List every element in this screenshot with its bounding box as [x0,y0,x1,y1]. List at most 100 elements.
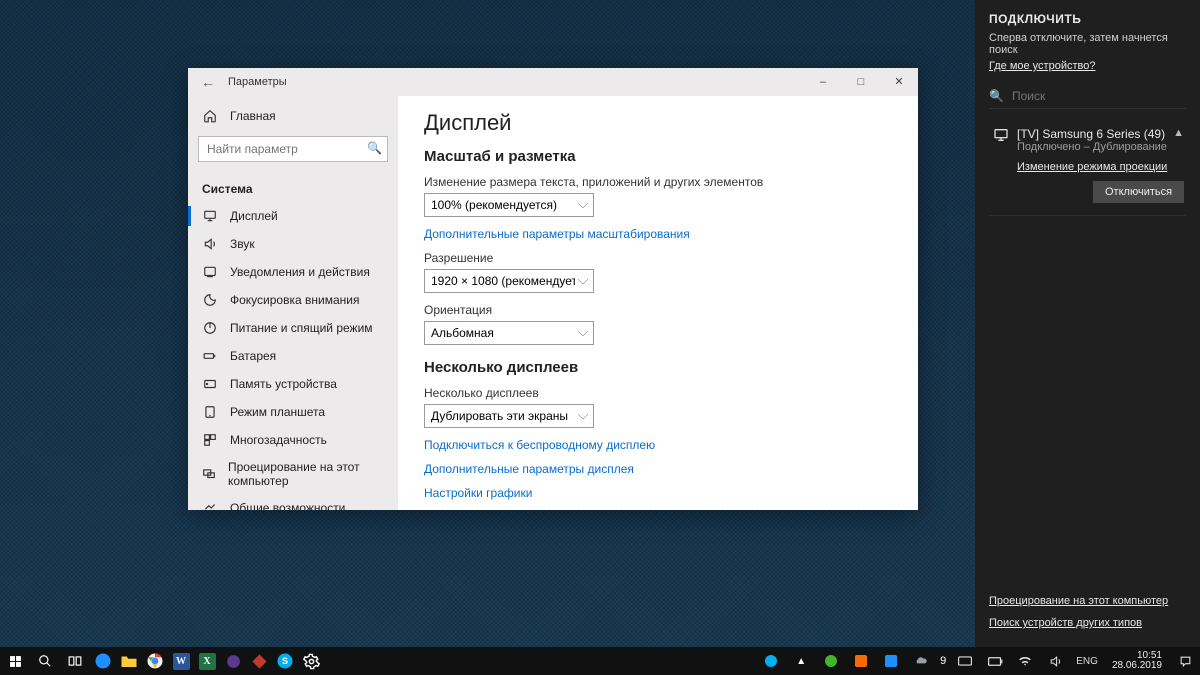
chevron-up-icon[interactable]: ▲ [1173,127,1184,139]
tray-keyboard-icon[interactable] [952,647,978,675]
link-advanced-display[interactable]: Дополнительные параметры дисплея [424,462,892,476]
taskbar: W X S ▲ 9 ENG 10:51 28.06.2019 [0,647,1200,675]
tray-app3-icon[interactable] [878,647,904,675]
app-excel-icon[interactable]: X [194,647,220,675]
link-wireless-display[interactable]: Подключиться к беспроводному дисплею [424,438,892,452]
sidebar-item-tablet[interactable]: Режим планшета [188,398,398,426]
sidebar-item-label: Питание и спящий режим [230,321,373,335]
sidebar-item-display[interactable]: Дисплей [188,202,398,230]
sidebar-item-focus[interactable]: Фокусировка внимания [188,286,398,314]
connect-title: ПОДКЛЮЧИТЬ [989,12,1186,26]
projecting-icon [202,466,216,482]
app-chrome-icon[interactable] [142,647,168,675]
multi-select[interactable]: Дублировать эти экраны [424,404,594,428]
resolution-label: Разрешение [424,251,892,265]
sidebar-item-label: Дисплей [230,209,278,223]
sidebar-item-label: Многозадачность [230,433,327,447]
task-view-button[interactable] [60,647,90,675]
sidebar-item-storage[interactable]: Память устройства [188,370,398,398]
sidebar-item-multitasking[interactable]: Многозадачность [188,426,398,454]
tray-network-icon[interactable] [1012,647,1038,675]
tray-chevron-up-icon[interactable]: ▲ [788,647,814,675]
svg-text:S: S [282,656,288,666]
app-generic2-icon[interactable] [246,647,272,675]
app-settings-icon[interactable] [298,647,324,675]
sidebar-item-notifications[interactable]: Уведомления и действия [188,258,398,286]
sidebar-item-label: Память устройства [230,377,337,391]
minimize-button[interactable]: – [804,68,842,96]
sidebar: Главная 🔍 Система Дисплей Звук Уведомлен… [188,96,398,510]
tray-app1-icon[interactable] [818,647,844,675]
scale-label: Изменение размера текста, приложений и д… [424,175,892,189]
section-multi: Несколько дисплеев [424,359,892,376]
sidebar-item-label: Уведомления и действия [230,265,370,279]
orientation-select[interactable]: Альбомная [424,321,594,345]
maximize-button[interactable]: □ [842,68,880,96]
content-area: Дисплей Масштаб и разметка Изменение раз… [398,96,918,510]
tray-volume-icon[interactable] [1042,647,1068,675]
sidebar-item-label: Режим планшета [230,405,325,419]
sidebar-item-projecting[interactable]: Проецирование на этот компьютер [188,454,398,494]
power-icon [202,320,218,336]
link-project-to-this-pc[interactable]: Проецирование на этот компьютер [989,595,1186,607]
storage-icon [202,376,218,392]
battery-icon [202,348,218,364]
tray-badge-count[interactable]: 9 [938,647,948,675]
sidebar-item-label: Общие возможности [230,501,345,510]
sidebar-item-shared[interactable]: Общие возможности [188,494,398,510]
link-where-device[interactable]: Где мое устройство? [989,60,1186,72]
sidebar-home-label: Главная [230,109,276,123]
device-name: [TV] Samsung 6 Series (49) [1017,127,1167,141]
link-graphics-settings[interactable]: Настройки графики [424,486,892,500]
sound-icon [202,236,218,252]
tray-battery-icon[interactable] [982,647,1008,675]
tray-language[interactable]: ENG [1072,656,1102,667]
tray-skype-icon[interactable] [758,647,784,675]
link-advanced-scaling[interactable]: Дополнительные параметры масштабирования [424,227,892,241]
focus-icon [202,292,218,308]
app-generic1-icon[interactable] [220,647,246,675]
sidebar-category: Система [188,172,398,202]
sidebar-item-sound[interactable]: Звук [188,230,398,258]
close-button[interactable]: ✕ [880,68,918,96]
tablet-icon [202,404,218,420]
sidebar-home[interactable]: Главная [188,102,398,130]
tray-app2-icon[interactable] [848,647,874,675]
back-button[interactable]: ← [188,74,228,90]
scale-select[interactable]: 100% (рекомендуется) [424,193,594,217]
sidebar-category-label: Система [202,182,253,196]
sidebar-item-label: Батарея [230,349,276,363]
tray-onedrive-icon[interactable] [908,647,934,675]
system-tray: ▲ 9 ENG 10:51 28.06.2019 [758,647,1200,675]
connect-panel: ПОДКЛЮЧИТЬ Сперва отключите, затем начне… [975,0,1200,647]
link-find-other-devices[interactable]: Поиск устройств других типов [989,617,1186,629]
device-card[interactable]: [TV] Samsung 6 Series (49) Подключено – … [989,119,1186,216]
orientation-label: Ориентация [424,303,892,317]
app-skype-icon[interactable]: S [272,647,298,675]
disconnect-button[interactable]: Отключиться [1093,181,1184,203]
monitor-icon [993,127,1009,143]
home-icon [202,108,218,124]
tray-clock[interactable]: 10:51 28.06.2019 [1106,651,1168,672]
sidebar-item-power[interactable]: Питание и спящий режим [188,314,398,342]
resolution-select[interactable]: 1920 × 1080 (рекомендуется) [424,269,594,293]
sidebar-item-label: Проецирование на этот компьютер [228,460,388,488]
connect-search: 🔍 [989,84,1186,109]
window-title: Параметры [228,76,287,88]
sidebar-item-battery[interactable]: Батарея [188,342,398,370]
app-explorer-icon[interactable] [116,647,142,675]
sidebar-item-label: Фокусировка внимания [230,293,359,307]
tray-action-center-icon[interactable] [1172,647,1198,675]
link-change-projection[interactable]: Изменение режима проекции [1017,161,1180,173]
page-heading: Дисплей [424,110,892,136]
device-status: Подключено – Дублирование [1017,141,1167,153]
start-button[interactable] [0,647,30,675]
search-icon: 🔍 [989,89,1004,103]
app-word-icon[interactable]: W [168,647,194,675]
sidebar-search-input[interactable] [198,136,388,162]
app-edge-icon[interactable] [90,647,116,675]
connect-search-input[interactable] [1012,89,1186,103]
sidebar-item-label: Звук [230,237,255,251]
search-button[interactable] [30,647,60,675]
search-icon: 🔍 [367,141,382,155]
